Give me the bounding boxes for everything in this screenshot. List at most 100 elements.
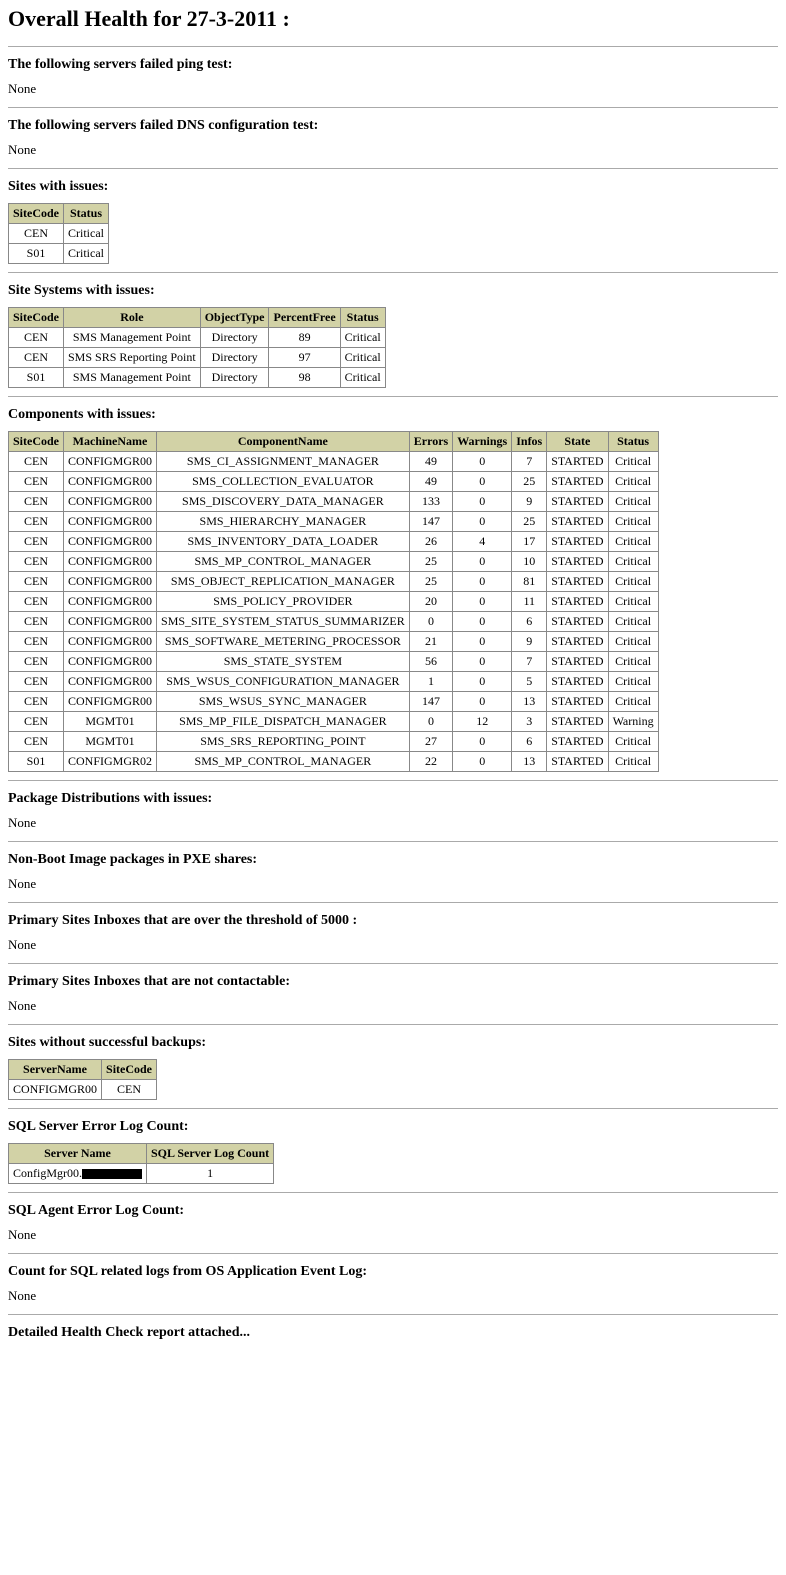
table-cell: Critical (340, 368, 385, 388)
table-row: CENCONFIGMGR00SMS_CI_ASSIGNMENT_MANAGER4… (9, 452, 659, 472)
table-cell: CONFIGMGR00 (64, 452, 157, 472)
table-row: CONFIGMGR00CEN (9, 1080, 157, 1100)
table-cell: STARTED (547, 492, 608, 512)
table-cell: S01 (9, 752, 64, 772)
table-cell: 20 (409, 592, 452, 612)
column-header: SiteCode (9, 432, 64, 452)
table-cell: Directory (200, 348, 269, 368)
table-cell: 133 (409, 492, 452, 512)
table-cell: SMS_CI_ASSIGNMENT_MANAGER (157, 452, 410, 472)
column-header: ServerName (9, 1060, 102, 1080)
table-cell: MGMT01 (64, 732, 157, 752)
table-row: CENCONFIGMGR00SMS_WSUS_CONFIGURATION_MAN… (9, 672, 659, 692)
table-cell: STARTED (547, 632, 608, 652)
table-cell: Critical (608, 612, 658, 632)
table-cell: 9 (512, 492, 547, 512)
section-heading-sql-os: Count for SQL related logs from OS Appli… (8, 1264, 778, 1280)
section-heading-detailed: Detailed Health Check report attached... (8, 1325, 778, 1341)
table-cell: CEN (9, 224, 64, 244)
table-cell: STARTED (547, 552, 608, 572)
table-cell: CEN (9, 452, 64, 472)
table-cell: SMS_DISCOVERY_DATA_MANAGER (157, 492, 410, 512)
table-cell: CONFIGMGR00 (64, 652, 157, 672)
table-row: CENCONFIGMGR00SMS_STATE_SYSTEM5607STARTE… (9, 652, 659, 672)
table-cell: CONFIGMGR00 (64, 632, 157, 652)
table-cell: CONFIGMGR00 (64, 532, 157, 552)
sql-err-table: Server NameSQL Server Log CountConfigMgr… (8, 1143, 274, 1184)
table-cell: 3 (512, 712, 547, 732)
table-cell: CONFIGMGR00 (64, 592, 157, 612)
table-cell: 21 (409, 632, 452, 652)
divider (8, 396, 778, 397)
table-cell: 98 (269, 368, 340, 388)
table-row: CENCONFIGMGR00SMS_WSUS_SYNC_MANAGER14701… (9, 692, 659, 712)
column-header: Errors (409, 432, 452, 452)
table-cell: 7 (512, 452, 547, 472)
divider (8, 107, 778, 108)
divider (8, 1253, 778, 1254)
table-cell: CEN (9, 712, 64, 732)
sql-agent-none: None (8, 1227, 778, 1243)
table-cell: CEN (9, 672, 64, 692)
table-cell: Critical (608, 632, 658, 652)
table-cell: 27 (409, 732, 452, 752)
table-cell: STARTED (547, 752, 608, 772)
dns-none: None (8, 142, 778, 158)
divider (8, 841, 778, 842)
table-cell: STARTED (547, 452, 608, 472)
table-cell: 25 (512, 512, 547, 532)
table-cell: 13 (512, 692, 547, 712)
table-cell: STARTED (547, 592, 608, 612)
table-row: CENCONFIGMGR00SMS_OBJECT_REPLICATION_MAN… (9, 572, 659, 592)
table-cell: CONFIGMGR00 (9, 1080, 102, 1100)
page-title: Overall Health for 27-3-2011 : (8, 6, 778, 32)
table-row: CENCONFIGMGR00SMS_POLICY_PROVIDER20011ST… (9, 592, 659, 612)
table-cell: SMS Management Point (64, 328, 201, 348)
table-cell: 0 (409, 712, 452, 732)
column-header: Server Name (9, 1144, 147, 1164)
table-cell: SMS_MP_CONTROL_MANAGER (157, 552, 410, 572)
table-cell: 0 (453, 732, 512, 752)
table-cell: Critical (608, 472, 658, 492)
table-cell: STARTED (547, 612, 608, 632)
column-header: SiteCode (102, 1060, 157, 1080)
table-cell: CONFIGMGR00 (64, 672, 157, 692)
column-header: Role (64, 308, 201, 328)
column-header: SQL Server Log Count (147, 1144, 274, 1164)
table-cell: 147 (409, 692, 452, 712)
table-row: CENCONFIGMGR00SMS_SOFTWARE_METERING_PROC… (9, 632, 659, 652)
column-header: State (547, 432, 608, 452)
table-cell: Critical (608, 552, 658, 572)
table-cell: 0 (453, 692, 512, 712)
table-cell: MGMT01 (64, 712, 157, 732)
table-row: CENCONFIGMGR00SMS_MP_CONTROL_MANAGER2501… (9, 552, 659, 572)
section-heading-site-systems: Site Systems with issues: (8, 283, 778, 299)
table-cell: SMS_INVENTORY_DATA_LOADER (157, 532, 410, 552)
table-cell: Critical (608, 692, 658, 712)
column-header: PercentFree (269, 308, 340, 328)
table-cell: Critical (608, 572, 658, 592)
table-row: CENCONFIGMGR00SMS_HIERARCHY_MANAGER14702… (9, 512, 659, 532)
table-cell: 0 (453, 612, 512, 632)
section-heading-sql-err: SQL Server Error Log Count: (8, 1119, 778, 1135)
divider (8, 272, 778, 273)
table-cell: 0 (453, 572, 512, 592)
table-cell: STARTED (547, 472, 608, 492)
table-cell: Critical (608, 492, 658, 512)
divider (8, 168, 778, 169)
ping-none: None (8, 81, 778, 97)
table-cell: SMS_STATE_SYSTEM (157, 652, 410, 672)
table-cell: 1 (147, 1164, 274, 1184)
inbox-nc-none: None (8, 998, 778, 1014)
table-row: S01SMS Management PointDirectory98Critic… (9, 368, 386, 388)
table-cell: SMS_OBJECT_REPLICATION_MANAGER (157, 572, 410, 592)
table-cell: 56 (409, 652, 452, 672)
table-cell: 6 (512, 732, 547, 752)
section-heading-components: Components with issues: (8, 407, 778, 423)
section-heading-dns: The following servers failed DNS configu… (8, 118, 778, 134)
column-header: SiteCode (9, 204, 64, 224)
column-header: Warnings (453, 432, 512, 452)
table-cell: CEN (9, 552, 64, 572)
table-cell: CONFIGMGR00 (64, 472, 157, 492)
table-cell: 0 (453, 652, 512, 672)
